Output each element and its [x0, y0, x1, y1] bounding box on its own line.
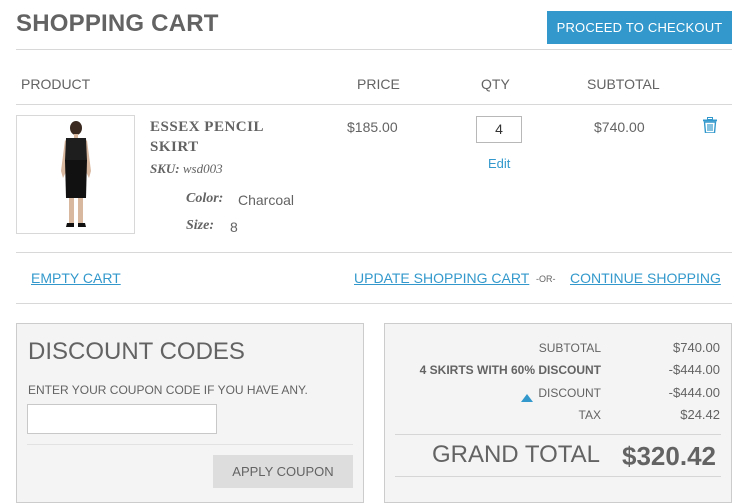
column-header-qty: QTY [481, 76, 510, 92]
column-header-price: PRICE [357, 76, 400, 92]
totals-promo-label: 4 SKIRTS WITH 60% DISCOUNT [419, 363, 601, 377]
totals-discount-label[interactable]: DISCOUNT [401, 386, 601, 400]
totals-subtotal-value: $740.00 [673, 340, 720, 355]
quantity-input[interactable]: 4 [476, 116, 522, 143]
option-color-label: Color: [186, 191, 224, 206]
totals-discount-value: -$444.00 [668, 385, 720, 400]
header-divider [16, 49, 732, 50]
totals-divider [395, 434, 721, 435]
empty-cart-link[interactable]: EMPTY CART [31, 270, 121, 286]
product-name-line2: SKIRT [150, 139, 199, 155]
product-sku: SKU: wsd003 [150, 161, 223, 177]
discount-codes-title: DISCOUNT CODES [28, 338, 245, 365]
edit-item-link[interactable]: Edit [488, 156, 510, 171]
column-header-subtotal: SUBTOTAL [587, 76, 660, 92]
discount-divider [27, 444, 353, 445]
table-header-divider [16, 104, 732, 105]
item-price: $185.00 [347, 119, 398, 135]
apply-coupon-button[interactable]: APPLY COUPON [213, 455, 353, 488]
option-color-value: Charcoal [238, 192, 295, 208]
totals-subtotal-label: SUBTOTAL [538, 341, 601, 355]
product-photo-graphic [17, 116, 134, 233]
trash-icon[interactable] [703, 117, 717, 134]
option-size-label: Size: [186, 218, 214, 233]
option-size-value: 8 [230, 219, 238, 235]
proceed-to-checkout-button[interactable]: PROCEED TO CHECKOUT [547, 11, 732, 44]
sku-label: SKU: [150, 161, 180, 176]
sku-value: wsd003 [182, 161, 223, 176]
totals-tax-label: TAX [578, 408, 601, 422]
item-subtotal: $740.00 [594, 119, 645, 135]
product-name-line1: ESSEX PENCIL [150, 119, 264, 135]
actions-divider [16, 303, 732, 304]
coupon-help-text: ENTER YOUR COUPON CODE IF YOU HAVE ANY. [28, 383, 308, 397]
coupon-code-input[interactable] [27, 404, 217, 434]
or-separator: -OR- [536, 274, 556, 284]
continue-shopping-link[interactable]: CONTINUE SHOPPING [570, 270, 721, 286]
grand-total-divider [395, 476, 721, 477]
grand-total-value: $320.42 [622, 441, 716, 471]
page-title: SHOPPING CART [16, 10, 219, 37]
product-name-link[interactable]: ESSEX PENCIL SKIRT [150, 117, 300, 157]
product-image[interactable] [16, 115, 135, 234]
grand-total-label: GRAND TOTAL [431, 441, 600, 468]
item-row-divider [16, 252, 732, 253]
column-header-product: PRODUCT [21, 76, 91, 92]
totals-promo-value: -$444.00 [668, 362, 720, 377]
totals-tax-value: $24.42 [680, 407, 720, 422]
update-shopping-cart-link[interactable]: UPDATE SHOPPING CART [354, 270, 529, 286]
